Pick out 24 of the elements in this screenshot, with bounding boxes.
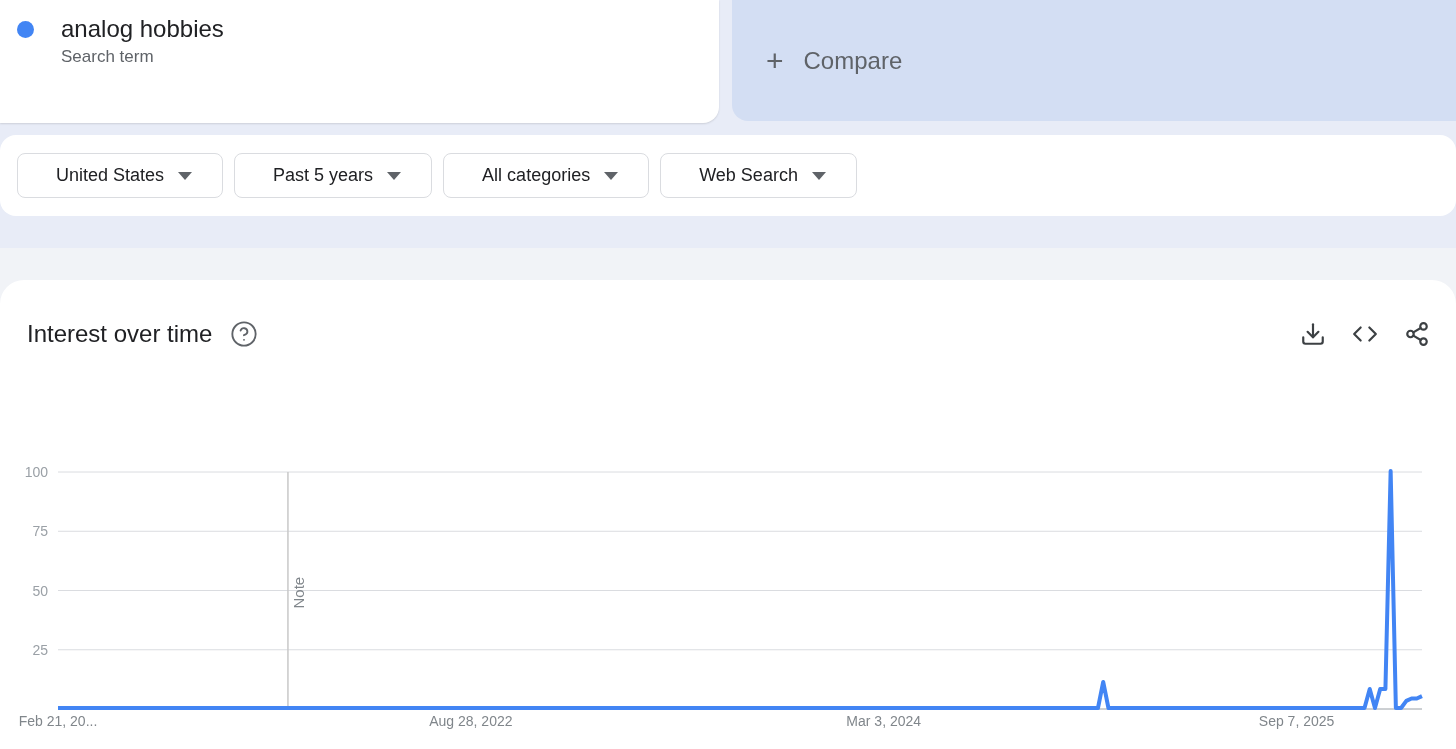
- y-tick-label: 25: [32, 641, 48, 658]
- caret-icon: [178, 171, 193, 180]
- filter-dropdown[interactable]: United States: [17, 153, 224, 198]
- x-tick-label: Feb 21, 20...: [18, 713, 98, 729]
- y-tick-label: 50: [32, 582, 48, 599]
- search-term-label: Search term: [61, 47, 155, 67]
- help-icon[interactable]: [230, 320, 259, 348]
- compare-button[interactable]: + Compare: [732, 0, 1456, 121]
- x-tick-label: Sep 7, 2025: [1258, 713, 1335, 729]
- caret-icon: [811, 171, 826, 180]
- caret-icon: [604, 171, 619, 180]
- y-tick-label: 75: [32, 523, 48, 540]
- filter-dropdown[interactable]: Past 5 years: [234, 153, 433, 198]
- search-term: analog hobbies: [61, 15, 224, 43]
- share-button[interactable]: [1404, 321, 1430, 347]
- x-tick-label: Aug 28, 2022: [429, 713, 513, 729]
- x-tick-label: Mar 3, 2024: [846, 713, 922, 729]
- download-button[interactable]: [1300, 321, 1326, 347]
- y-tick-label: 100: [24, 464, 48, 480]
- filter-dropdown[interactable]: All categories: [443, 153, 650, 198]
- panel-title: Interest over time: [27, 320, 213, 348]
- caret-icon: [387, 171, 402, 180]
- note-label: Note: [289, 576, 307, 609]
- filter-dropdown[interactable]: Web Search: [660, 153, 857, 198]
